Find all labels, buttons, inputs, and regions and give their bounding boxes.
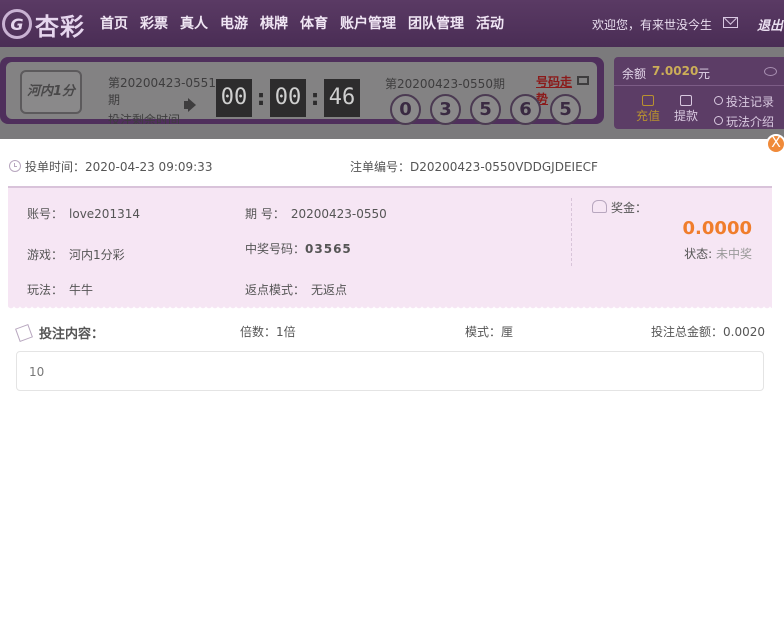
bet-time: 投单时间：2020-04-23 09:09:33 — [9, 158, 212, 175]
countdown-minutes: 00 — [270, 79, 306, 117]
lottery-bar: 河内1分 第20200423-0551期 投注剩余时间 00 : 00 : 46… — [0, 47, 784, 139]
eye-icon[interactable] — [764, 67, 777, 76]
logout-link[interactable]: 退出 — [757, 15, 783, 34]
mode-text: 模式：厘 — [465, 325, 514, 339]
bet-content-box: 10 — [16, 351, 764, 391]
bet-content-header: 投注内容： 倍数：1倍 模式：厘 投注总金额：0.0020 — [15, 323, 765, 342]
bet-record-label: 投注记录 — [726, 95, 775, 109]
game-field: 游戏： 河内1分彩 — [27, 246, 125, 263]
withdraw-button[interactable]: 提款 — [674, 95, 698, 124]
rebate-label: 返点模式： — [245, 283, 306, 297]
bet-detail-modal: 投单时间：2020-04-23 09:09:33 注单编号：D20200423-… — [0, 141, 784, 621]
recharge-icon — [642, 95, 654, 106]
result-ball: 3 — [430, 94, 461, 125]
balance-value: 7.0020 — [652, 64, 699, 78]
status-value: 未中奖 — [715, 247, 752, 261]
nav-item-events[interactable]: 活动 — [476, 13, 504, 33]
balance-label: 余额 — [622, 67, 647, 81]
issue-field: 期 号： 20200423-0550 — [245, 205, 387, 222]
prize-value: 0.0000 — [682, 218, 752, 239]
rebate-field: 返点模式： 无返点 — [245, 281, 347, 298]
wallet-panel: 余额 7.0020 元 充值 提款 投注记录 玩法介绍 — [614, 57, 784, 129]
status-label: 状态: — [684, 247, 713, 261]
nav-item-live[interactable]: 真人 — [180, 13, 208, 33]
welcome-text: 欢迎您，有来世没今生 — [592, 18, 713, 32]
account-label: 账号： — [27, 207, 64, 221]
countdown-separator: : — [310, 85, 320, 111]
nav-item-team[interactable]: 团队管理 — [408, 13, 464, 33]
last-issue: 第20200423-0550期 — [385, 77, 505, 91]
bet-content-title-text: 投注内容： — [39, 327, 105, 342]
game-logo: 河内1分 — [20, 70, 82, 114]
win-numbers-value: 03565 — [305, 242, 352, 256]
main-nav: 首页 彩票 真人 电游 棋牌 体育 账户管理 团队管理 活动 — [100, 13, 516, 33]
logo-text: 杏彩 — [35, 12, 85, 41]
nav-item-account[interactable]: 账户管理 — [340, 13, 396, 33]
divider — [571, 198, 572, 266]
note-icon — [15, 324, 33, 342]
current-issue: 第20200423-0551期 — [108, 76, 216, 107]
logo-mark-icon: G — [2, 9, 32, 39]
issue-value: 20200423-0550 — [290, 207, 387, 221]
draw-result-balls: 0 3 5 6 5 — [390, 94, 590, 125]
divider — [614, 85, 784, 86]
play-label: 玩法： — [27, 283, 64, 297]
wallet-icon — [680, 95, 692, 106]
account-value: love201314 — [69, 207, 140, 221]
nav-item-home[interactable]: 首页 — [100, 13, 128, 33]
chart-icon[interactable] — [577, 76, 589, 85]
game-label: 游戏： — [27, 248, 64, 262]
countdown-hours: 00 — [216, 79, 252, 117]
account-field: 账号： love201314 — [27, 205, 140, 222]
prize-label-text: 奖金： — [611, 201, 648, 215]
nav-item-chess[interactable]: 棋牌 — [260, 13, 288, 33]
recharge-label: 充值 — [636, 109, 661, 123]
win-numbers-label: 中奖号码： — [245, 242, 306, 256]
balance-unit: 元 — [698, 67, 711, 81]
nav-item-sports[interactable]: 体育 — [300, 13, 328, 33]
bet-content-title: 投注内容： — [15, 323, 105, 342]
win-numbers-field: 中奖号码：03565 — [245, 240, 352, 257]
countdown-label: 投注剩余时间 — [108, 113, 181, 124]
mail-icon[interactable] — [723, 17, 738, 28]
countdown-seconds: 46 — [324, 79, 360, 117]
order-number: 注单编号：D20200423-0550VDDGJDEIECF — [350, 160, 598, 174]
site-logo[interactable]: G 杏彩 — [2, 8, 85, 41]
bet-time-text: 投单时间：2020-04-23 09:09:33 — [25, 160, 213, 174]
issue-label: 期 号： — [245, 207, 285, 221]
bet-info-box: 账号： love201314 期 号： 20200423-0550 游戏： 河内1分彩… — [8, 186, 772, 309]
prize-icon — [592, 200, 607, 213]
countdown-separator: : — [256, 85, 266, 111]
prize-label: 奖金： — [592, 199, 647, 216]
result-ball: 6 — [510, 94, 541, 125]
clock-icon — [714, 96, 723, 105]
clock-icon — [9, 160, 21, 172]
recharge-button[interactable]: 充值 — [636, 95, 660, 124]
rules-label: 玩法介绍 — [726, 115, 775, 129]
withdraw-label: 提款 — [674, 109, 699, 123]
draw-panel-inner: 河内1分 第20200423-0551期 投注剩余时间 00 : 00 : 46… — [6, 62, 597, 125]
result-ball: 5 — [550, 94, 581, 125]
play-field: 玩法： 牛牛 — [27, 281, 93, 298]
top-navigation-bar: G 杏彩 首页 彩票 真人 电游 棋牌 体育 账户管理 团队管理 活动 欢迎您，… — [0, 0, 784, 47]
rules-link[interactable]: 玩法介绍 — [714, 113, 774, 130]
total-amount: 投注总金额：0.0020 — [651, 325, 765, 339]
nav-item-egames[interactable]: 电游 — [220, 13, 248, 33]
nav-item-lottery[interactable]: 彩票 — [140, 13, 168, 33]
countdown-timer: 00 : 00 : 46 — [216, 79, 360, 117]
play-value: 牛牛 — [69, 283, 94, 297]
result-ball: 0 — [390, 94, 421, 125]
multiple-text: 倍数：1倍 — [240, 325, 296, 339]
draw-panel: 河内1分 第20200423-0551期 投注剩余时间 00 : 00 : 46… — [0, 57, 604, 125]
help-icon — [714, 116, 723, 125]
bet-record-link[interactable]: 投注记录 — [714, 93, 774, 110]
game-value: 河内1分彩 — [69, 248, 125, 262]
status-field: 状态: 未中奖 — [684, 245, 752, 262]
rebate-value: 无返点 — [311, 283, 348, 297]
result-ball: 5 — [470, 94, 501, 125]
close-icon[interactable]: X — [766, 134, 784, 154]
